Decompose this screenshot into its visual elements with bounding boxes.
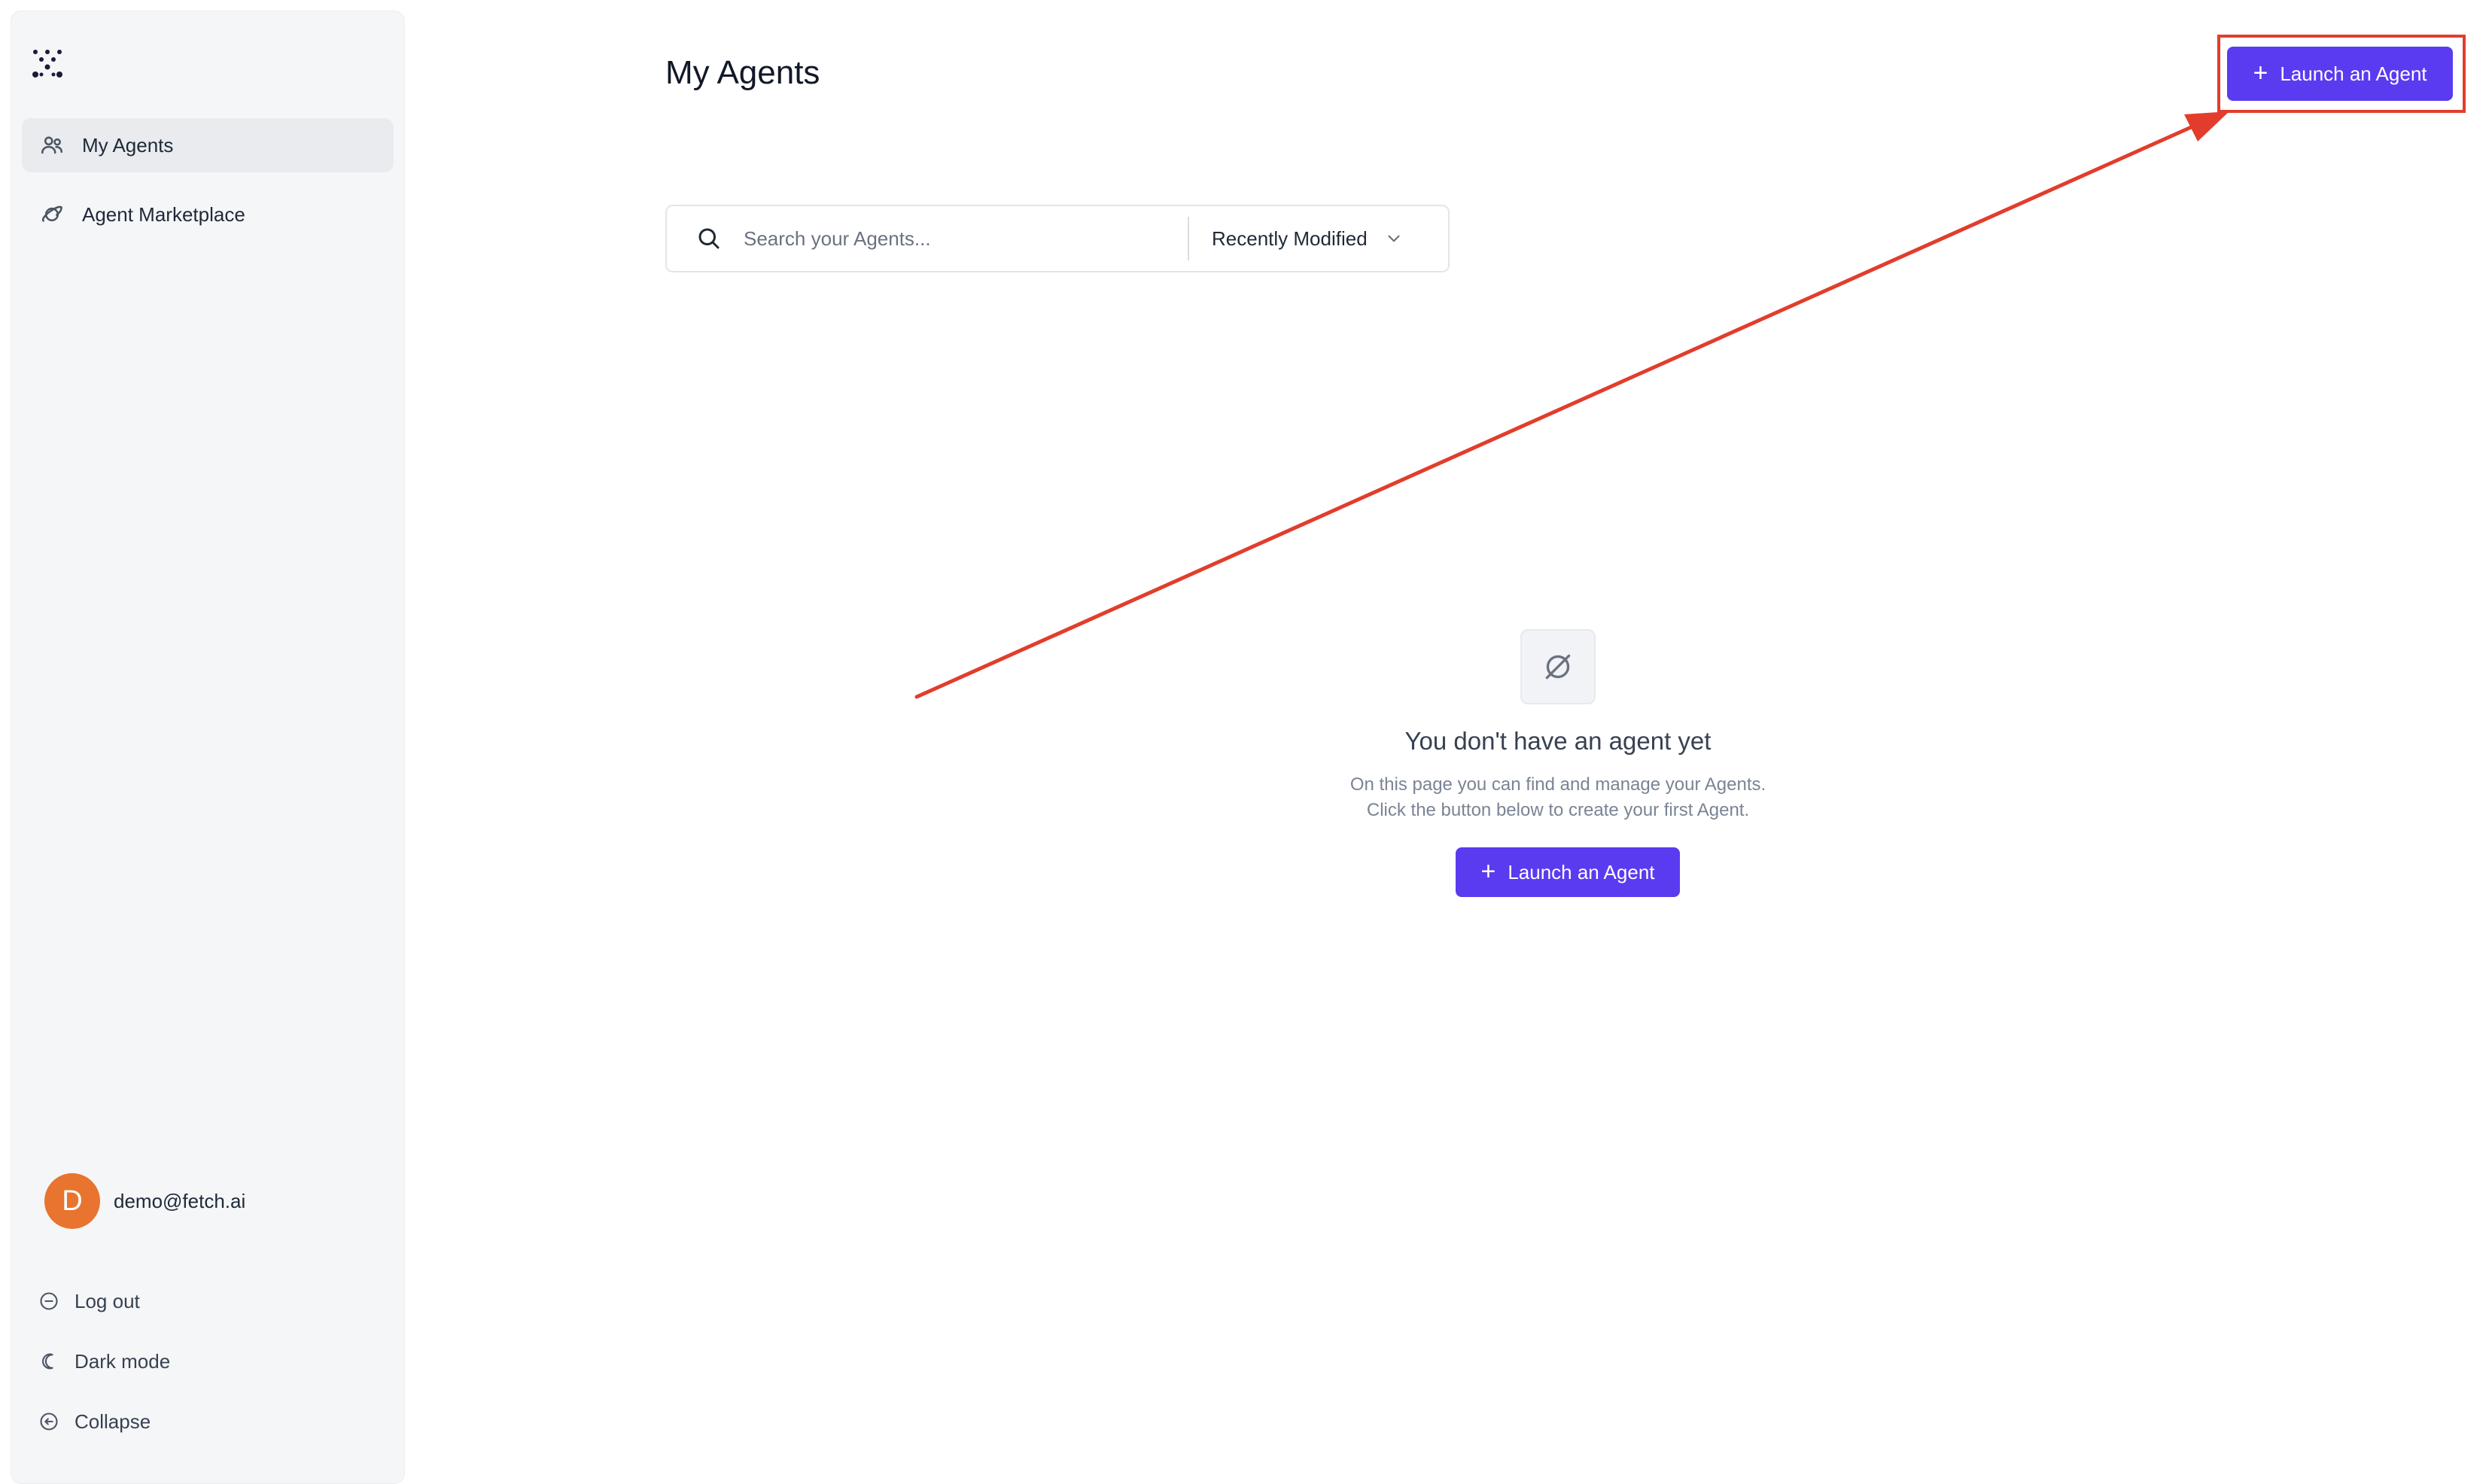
dark-mode-toggle[interactable]: Dark mode — [37, 1349, 170, 1373]
annotation-highlight-box — [2217, 35, 2466, 113]
search-bar: Recently Modified — [665, 205, 1450, 272]
chevron-down-icon — [1388, 235, 1400, 242]
collapse-button[interactable]: Collapse — [37, 1409, 151, 1434]
sort-selected-value: Recently Modified — [1212, 227, 1368, 250]
plus-icon: + — [1480, 856, 1496, 886]
user-email: demo@fetch.ai — [114, 1189, 246, 1212]
sidebar-item-agent-marketplace[interactable]: Agent Marketplace — [22, 187, 394, 242]
empty-state-line-1: On this page you can find and manage you… — [1349, 774, 1766, 795]
sidebar-item-label: Agent Marketplace — [82, 202, 245, 226]
logout-button[interactable]: Log out — [37, 1289, 140, 1313]
sidebar-item-label: My Agents — [82, 133, 174, 157]
sidebar: My Agents Agent Marketplace D demo@fetch… — [11, 11, 405, 1484]
avatar: D — [44, 1173, 100, 1229]
empty-state-launch-agent-button[interactable]: + Launch an Agent — [1456, 847, 1680, 897]
moon-icon — [37, 1349, 61, 1373]
empty-set-icon — [1545, 654, 1571, 680]
empty-state-line-2: Click the button below to create your fi… — [1366, 800, 1750, 820]
search-input[interactable] — [742, 226, 1179, 251]
user-profile[interactable]: D demo@fetch.ai — [44, 1173, 245, 1229]
empty-state-icon — [1520, 629, 1596, 704]
fetch-logo-icon[interactable] — [29, 46, 65, 82]
page-title: My Agents — [665, 54, 820, 91]
sidebar-item-my-agents[interactable]: My Agents — [22, 118, 394, 172]
arrow-left-circle-icon — [37, 1409, 61, 1434]
empty-state-launch-agent-label: Launch an Agent — [1508, 860, 1655, 883]
empty-state-description: On this page you can find and manage you… — [1182, 772, 1934, 823]
search-divider — [1188, 217, 1189, 260]
sort-dropdown[interactable]: Recently Modified — [1212, 227, 1404, 251]
users-icon — [38, 132, 65, 159]
logout-label: Log out — [75, 1289, 140, 1312]
logout-icon — [37, 1289, 61, 1313]
empty-state-title: You don't have an agent yet — [1404, 727, 1712, 755]
dark-mode-label: Dark mode — [75, 1349, 171, 1373]
collapse-label: Collapse — [75, 1409, 151, 1433]
planet-icon — [38, 201, 65, 228]
search-icon — [694, 224, 724, 254]
